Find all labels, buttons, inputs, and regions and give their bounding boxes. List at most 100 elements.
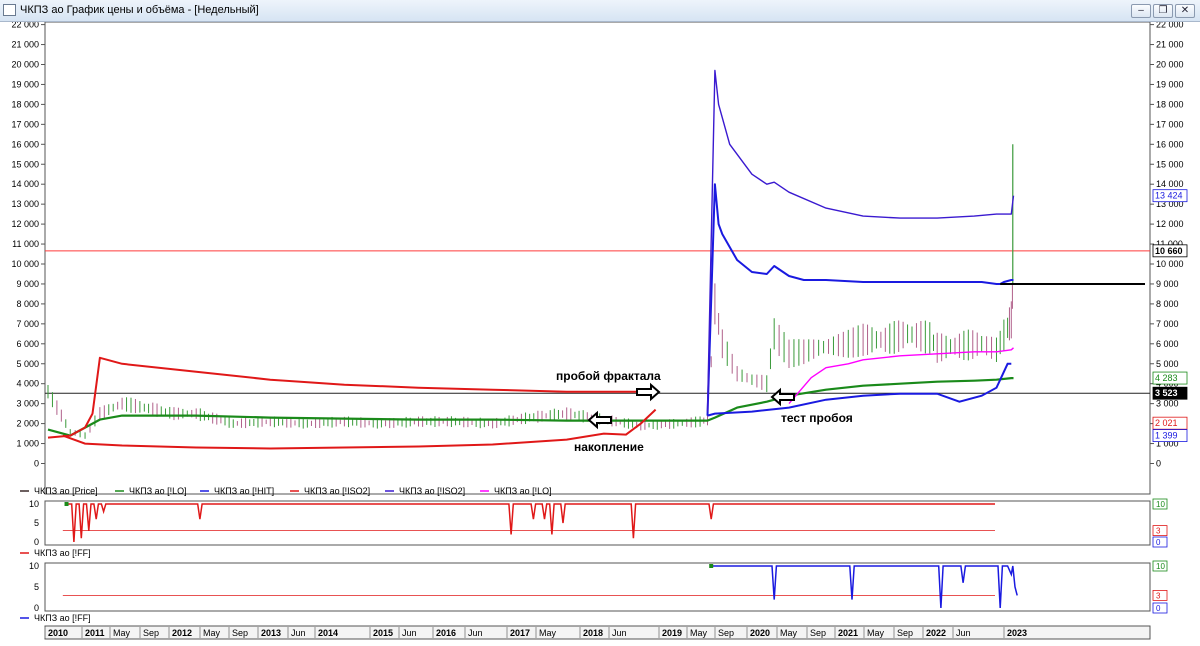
- annotation-breakout-test: тест пробоя: [781, 411, 853, 425]
- y-tick-label-left: 5 000: [16, 359, 39, 369]
- ff-value-label: 3: [1156, 527, 1161, 536]
- ff-value-label: 0: [1156, 538, 1161, 547]
- legend-label: ЧКПЗ ао [!HIT]: [214, 486, 274, 496]
- x-tick-label: 2019: [662, 628, 682, 638]
- ff-y-tick-label: 10: [29, 499, 39, 509]
- legend-label: ЧКПЗ ао [!ISO2]: [304, 486, 370, 496]
- x-tick-label: 2013: [261, 628, 281, 638]
- y-tick-label-right: 22 000: [1156, 22, 1184, 30]
- x-tick-label: 2023: [1007, 628, 1027, 638]
- x-tick-label: 2014: [318, 628, 338, 638]
- y-tick-label-left: 4 000: [16, 379, 39, 389]
- y-tick-label-left: 12 000: [11, 219, 39, 229]
- y-tick-label-right: 15 000: [1156, 159, 1184, 169]
- ff-start-marker: [709, 564, 714, 568]
- x-tick-label: May: [203, 628, 221, 638]
- arrow-right-icon: [636, 382, 661, 402]
- series-value-label: 13 424: [1155, 191, 1183, 201]
- x-tick-label: Sep: [718, 628, 734, 638]
- y-tick-label-left: 9 000: [16, 279, 39, 289]
- annotation-accumulation: накопление: [574, 440, 644, 454]
- y-tick-label-left: 2 000: [16, 419, 39, 429]
- ff-panel-2-frame: [44, 562, 1151, 612]
- y-tick-label-right: 12 000: [1156, 219, 1184, 229]
- close-icon: ✕: [1180, 5, 1190, 16]
- legend-label: ЧКПЗ ао [!LO]: [494, 486, 552, 496]
- x-tick-label: 2020: [750, 628, 770, 638]
- y-tick-label-right: 10 000: [1156, 259, 1184, 269]
- minimize-icon: –: [1138, 5, 1144, 16]
- y-tick-label-right: 21 000: [1156, 40, 1184, 50]
- x-tick-label: Sep: [810, 628, 826, 638]
- minimize-button[interactable]: –: [1131, 4, 1151, 18]
- x-tick-label: Sep: [232, 628, 248, 638]
- x-tick-label: May: [867, 628, 885, 638]
- series-value-label: 2 021: [1155, 418, 1178, 428]
- legend-label: ЧКПЗ ао [Price]: [34, 486, 98, 496]
- y-tick-label-left: 14 000: [11, 179, 39, 189]
- x-tick-label: Jun: [291, 628, 306, 638]
- y-tick-label-right: 5 000: [1156, 359, 1179, 369]
- x-tick-label: 2011: [85, 628, 105, 638]
- x-tick-label: Jun: [612, 628, 627, 638]
- ff-value-label: 10: [1156, 500, 1165, 509]
- x-tick-label: 2018: [583, 628, 603, 638]
- y-tick-label-right: 7 000: [1156, 319, 1179, 329]
- ff-y-tick-label: 0: [34, 603, 39, 613]
- y-tick-label-left: 19 000: [11, 79, 39, 89]
- ff-red-line: [66, 503, 995, 543]
- y-tick-label-right: 8 000: [1156, 299, 1179, 309]
- legend-label: ЧКПЗ ао [!LO]: [129, 486, 187, 496]
- reference-value-label: 3 523: [1155, 388, 1178, 398]
- ff-panel-1-frame: [44, 500, 1151, 546]
- y-tick-label-left: 11 000: [12, 239, 39, 249]
- y-tick-label-left: 20 000: [11, 60, 39, 70]
- x-tick-label: Sep: [143, 628, 159, 638]
- ff-y-tick-label: 10: [29, 561, 39, 571]
- reference-value-label: 10 660: [1155, 246, 1183, 256]
- y-tick-label-left: 15 000: [11, 159, 39, 169]
- y-tick-label-left: 16 000: [11, 139, 39, 149]
- restore-button[interactable]: ❐: [1153, 4, 1173, 18]
- y-tick-label-right: 19 000: [1156, 79, 1184, 89]
- y-tick-label-left: 6 000: [16, 339, 39, 349]
- y-tick-label-left: 1 000: [16, 439, 39, 449]
- x-tick-label: 2021: [838, 628, 858, 638]
- y-tick-label-right: 17 000: [1156, 119, 1184, 129]
- x-tick-label: May: [690, 628, 708, 638]
- app-icon: [3, 4, 16, 16]
- y-tick-label-right: 18 000: [1156, 99, 1184, 109]
- ff-y-tick-label: 5: [34, 518, 39, 528]
- series-value-label: 4 283: [1155, 373, 1178, 383]
- y-tick-label-right: 20 000: [1156, 60, 1184, 70]
- y-tick-label-left: 21 000: [11, 40, 39, 50]
- x-tick-label: 2010: [48, 628, 68, 638]
- x-tick-label: Sep: [897, 628, 913, 638]
- close-button[interactable]: ✕: [1175, 4, 1195, 18]
- y-tick-label-left: 8 000: [16, 299, 39, 309]
- legend-label: ЧКПЗ ао [!ISO2]: [399, 486, 465, 496]
- x-tick-label: May: [780, 628, 798, 638]
- y-tick-label-right: 9 000: [1156, 279, 1179, 289]
- ff-start-marker: [64, 502, 69, 506]
- x-tick-label: Jun: [956, 628, 971, 638]
- ff-value-label: 10: [1156, 562, 1165, 571]
- y-tick-label-left: 3 000: [16, 399, 39, 409]
- y-tick-label-left: 17 000: [11, 119, 39, 129]
- y-tick-label-left: 10 000: [11, 259, 39, 269]
- series-value-label: 1 399: [1155, 431, 1178, 441]
- y-tick-label-right: 3 000: [1156, 399, 1179, 409]
- y-tick-label-right: 0: [1156, 459, 1161, 469]
- x-tick-label: May: [113, 628, 131, 638]
- series-lo-green-line: [47, 377, 1014, 437]
- x-tick-label: 2017: [510, 628, 530, 638]
- x-tick-label: May: [539, 628, 557, 638]
- y-tick-label-left: 7 000: [16, 319, 39, 329]
- ff-value-label: 3: [1156, 591, 1161, 600]
- y-tick-label-left: 22 000: [11, 22, 39, 30]
- ff-blue-line: [711, 565, 1018, 609]
- x-tick-label: 2022: [926, 628, 946, 638]
- ff-value-label: 0: [1156, 604, 1161, 613]
- ff-y-tick-label: 5: [34, 582, 39, 592]
- legend-label: ЧКПЗ ао [!FF]: [34, 613, 91, 623]
